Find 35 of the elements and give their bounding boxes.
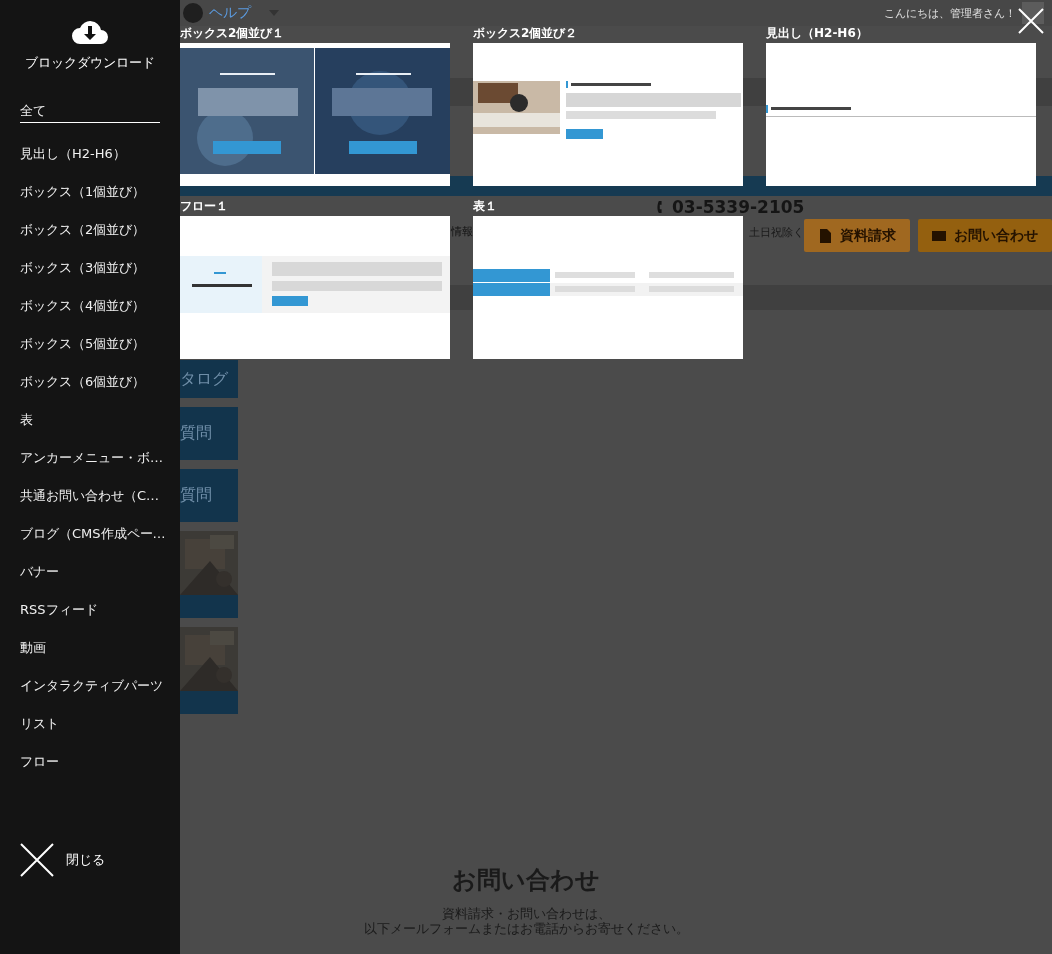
category-item[interactable]: 全て xyxy=(20,102,160,123)
category-item[interactable]: 表 xyxy=(20,411,160,449)
category-item[interactable]: フロー xyxy=(20,753,160,791)
close-icon[interactable] xyxy=(1018,8,1044,34)
block-title: フロー１ xyxy=(180,198,228,215)
category-item[interactable]: ボックス（6個並び） xyxy=(20,373,160,411)
header-button[interactable]: 資料請求 xyxy=(804,219,911,252)
block-title: 表１ xyxy=(473,198,497,215)
panel-title: ブロックダウンロード xyxy=(25,54,155,72)
category-item[interactable]: ボックス（2個並び） xyxy=(20,221,160,259)
close-panel-button[interactable]: 閉じる xyxy=(20,843,180,877)
category-item[interactable]: ボックス（4個並び） xyxy=(20,297,160,335)
close-icon xyxy=(20,843,54,877)
category-item[interactable]: 動画 xyxy=(20,639,160,677)
category-item[interactable]: アンカーメニュー・ボ… xyxy=(20,449,160,487)
sidebar-link[interactable]: 質問 xyxy=(180,407,238,460)
category-item[interactable]: バナー xyxy=(20,563,160,601)
greeting-text: こんにちは、管理者さん！ xyxy=(884,5,1016,21)
category-item[interactable]: 見出し（H2-H6） xyxy=(20,145,160,183)
caption-bar xyxy=(180,691,238,714)
category-item[interactable]: ボックス（5個並び） xyxy=(20,335,160,373)
caption-bar xyxy=(180,595,238,618)
category-item[interactable]: リスト xyxy=(20,715,160,753)
block-title: ボックス2個並び１ xyxy=(180,25,285,42)
block-title: 見出し（H2-H6） xyxy=(766,25,868,42)
category-item[interactable]: ボックス（3個並び） xyxy=(20,259,160,297)
category-item[interactable]: RSSフィード xyxy=(20,601,160,639)
sidebar-link[interactable]: タログ xyxy=(180,360,238,398)
block-title: ボックス2個並び２ xyxy=(473,25,578,42)
mail-icon xyxy=(932,228,947,243)
document-icon xyxy=(818,228,833,243)
sidebar-link[interactable]: 質問 xyxy=(180,469,238,522)
category-item[interactable]: 共通お問い合わせ（C… xyxy=(20,487,160,525)
category-item[interactable]: インタラクティブパーツ xyxy=(20,677,160,715)
category-item[interactable]: ボックス（1個並び） xyxy=(20,183,160,221)
